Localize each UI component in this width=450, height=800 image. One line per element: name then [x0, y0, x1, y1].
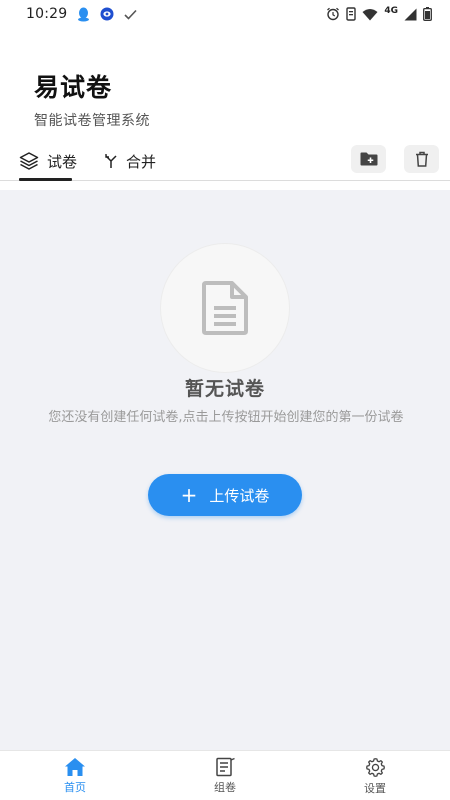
delete-button[interactable]	[404, 145, 439, 173]
tab-merge-label: 合并	[126, 152, 157, 171]
message-icon	[100, 7, 114, 21]
nav-compose-label: 组卷	[214, 781, 236, 794]
merge-icon	[104, 153, 118, 169]
empty-description: 您还没有创建任何试卷,点击上传按钮开始创建您的第一份试卷	[48, 410, 404, 425]
alarm-icon	[326, 7, 340, 21]
signal-icon	[404, 8, 417, 21]
status-left: 10:29	[26, 6, 137, 22]
nav-home-label: 首页	[64, 781, 86, 794]
bottom-nav: 首页 组卷 设置	[0, 750, 450, 800]
gear-icon	[365, 757, 386, 778]
nav-item-compose[interactable]: 组卷	[185, 757, 265, 795]
trash-icon	[415, 151, 429, 167]
upload-paper-button[interactable]: + 上传试卷	[148, 474, 302, 516]
layers-icon	[19, 151, 39, 171]
tab-merge[interactable]: 合并	[104, 146, 156, 176]
status-time: 10:29	[26, 6, 68, 22]
plus-icon: +	[180, 483, 198, 507]
upload-button-label: 上传试卷	[209, 486, 270, 505]
app-header: 易试卷 智能试卷管理系统	[34, 68, 150, 130]
document-icon	[202, 281, 248, 335]
compose-icon	[214, 757, 236, 777]
nav-item-home[interactable]: 首页	[35, 757, 115, 795]
add-folder-button[interactable]	[351, 145, 386, 173]
tab-bar: 试卷 合并	[0, 140, 450, 181]
app-title: 易试卷	[34, 73, 113, 102]
app-subtitle: 智能试卷管理系统	[34, 113, 150, 129]
empty-icon-circle	[161, 244, 289, 372]
folder-add-icon	[360, 152, 378, 166]
tab-papers[interactable]: 试卷	[19, 146, 77, 176]
home-icon	[64, 757, 86, 777]
status-right: 4G	[326, 6, 432, 21]
empty-title: 暂无试卷	[184, 378, 265, 400]
content-area: 暂无试卷 您还没有创建任何试卷,点击上传按钮开始创建您的第一份试卷 + 上传试卷	[0, 190, 450, 750]
network-type: 4G	[384, 6, 398, 16]
nav-settings-label: 设置	[364, 782, 386, 795]
tab-papers-label: 试卷	[47, 152, 78, 171]
check-icon	[124, 9, 137, 20]
vibrate-icon	[346, 7, 357, 21]
qq-icon	[77, 7, 90, 22]
tab-indicator	[19, 178, 72, 181]
nav-item-settings[interactable]: 设置	[335, 757, 415, 796]
battery-icon	[423, 7, 432, 21]
status-bar: 10:29 4G	[0, 0, 450, 28]
wifi-icon	[362, 8, 378, 21]
